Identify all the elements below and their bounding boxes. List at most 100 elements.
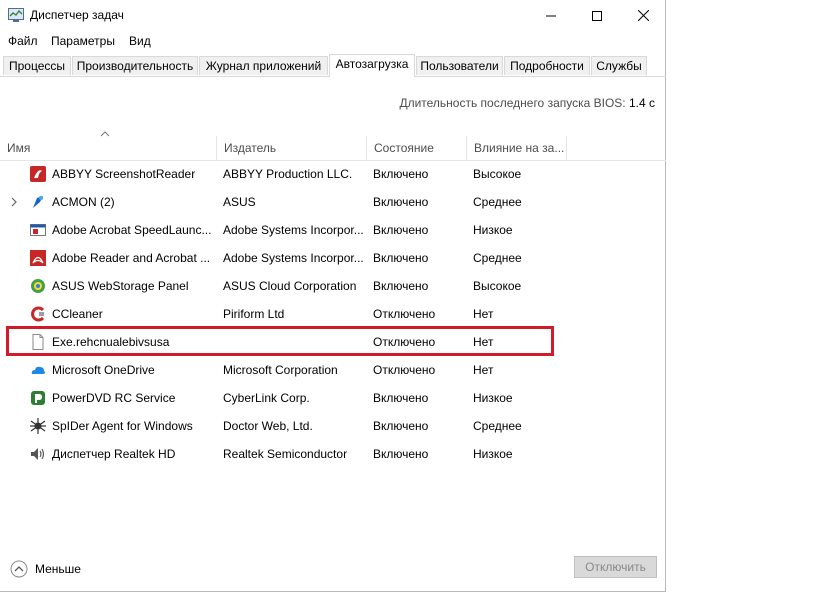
menu-params[interactable]: Параметры xyxy=(51,34,115,48)
row-publisher: Piriform Ltd xyxy=(223,307,285,321)
row-name: Exe.rehcnualebivsusa xyxy=(52,335,170,349)
row-impact: Высокое xyxy=(473,167,522,181)
tab-processes[interactable]: Процессы xyxy=(3,56,71,75)
table-row[interactable]: ABBYY ScreenshotReader ABBYY Production … xyxy=(0,160,666,188)
row-impact: Нет xyxy=(473,363,494,377)
row-name: ACMON (2) xyxy=(52,195,115,209)
disable-button[interactable]: Отключить xyxy=(574,556,657,578)
bios-label: Длительность последнего запуска BIOS: xyxy=(399,96,626,110)
powerdvd-icon xyxy=(31,391,45,405)
task-manager-window: Диспетчер задач Файл Параметры Вид Проце… xyxy=(0,0,666,592)
row-impact: Низкое xyxy=(473,391,513,405)
footer: Меньше Отключить xyxy=(0,552,666,592)
table-row[interactable]: PowerDVD RC Service CyberLink Corp. Вклю… xyxy=(0,384,666,412)
column-state[interactable]: Состояние xyxy=(367,136,466,160)
minimize-button[interactable] xyxy=(528,0,574,31)
row-name: Microsoft OneDrive xyxy=(52,363,155,377)
tab-app-history[interactable]: Журнал приложений xyxy=(199,56,328,75)
table-row[interactable]: Диспетчер Realtek HD Realtek Semiconduct… xyxy=(0,440,666,468)
chevron-right-icon[interactable] xyxy=(10,196,18,208)
task-manager-app-icon xyxy=(8,8,24,22)
row-state: Включено xyxy=(373,251,429,265)
row-publisher: Doctor Web, Ltd. xyxy=(223,419,313,433)
bios-duration: Длительность последнего запуска BIOS: 1.… xyxy=(399,96,655,110)
row-state: Включено xyxy=(373,223,429,237)
adobe-reader-icon xyxy=(30,250,46,266)
tab-strip: Процессы Производительность Журнал прило… xyxy=(0,54,666,77)
speaker-icon xyxy=(31,448,45,460)
asus-webstorage-icon xyxy=(31,279,45,293)
row-state: Включено xyxy=(373,447,429,461)
row-impact: Среднее xyxy=(473,251,522,265)
row-name: PowerDVD RC Service xyxy=(52,391,176,405)
row-publisher: ASUS Cloud Corporation xyxy=(223,279,357,293)
row-publisher: ABBYY Production LLC. xyxy=(223,167,353,181)
maximize-button[interactable] xyxy=(574,0,620,31)
title-bar: Диспетчер задач xyxy=(0,0,666,31)
ccleaner-icon xyxy=(31,306,45,322)
column-divider[interactable] xyxy=(566,136,567,160)
row-publisher: ASUS xyxy=(223,195,256,209)
column-publisher[interactable]: Издатель xyxy=(217,136,366,160)
maximize-icon xyxy=(592,10,602,21)
onedrive-icon xyxy=(31,366,45,374)
row-impact: Среднее xyxy=(473,419,522,433)
tab-performance[interactable]: Производительность xyxy=(72,56,198,75)
menu-file[interactable]: Файл xyxy=(8,34,38,48)
close-button[interactable] xyxy=(620,0,666,31)
tab-users[interactable]: Пользователи xyxy=(416,56,503,75)
row-state: Отключено xyxy=(373,363,436,377)
row-impact: Низкое xyxy=(473,223,513,237)
row-impact: Среднее xyxy=(473,195,522,209)
menu-bar: Файл Параметры Вид xyxy=(0,31,666,53)
row-publisher: Microsoft Corporation xyxy=(223,363,338,377)
acrobat-speedlaunch-icon xyxy=(30,224,46,236)
column-impact[interactable]: Влияние на за... xyxy=(467,136,566,160)
row-name: ASUS WebStorage Panel xyxy=(52,279,189,293)
row-publisher: Adobe Systems Incorpor... xyxy=(223,251,363,265)
table-row[interactable]: Exe.rehcnualebivsusa Отключено Нет xyxy=(0,328,666,356)
row-name: Диспетчер Realtek HD xyxy=(52,447,176,461)
row-impact: Нет xyxy=(473,335,494,349)
row-name: Adobe Acrobat SpeedLaunc... xyxy=(52,223,212,237)
tab-details[interactable]: Подробности xyxy=(504,56,590,75)
window-title: Диспетчер задач xyxy=(30,8,124,22)
row-name: CCleaner xyxy=(52,307,103,321)
spider-icon xyxy=(30,418,46,434)
fewer-details-link[interactable]: Меньше xyxy=(35,562,81,576)
table-row[interactable]: ASUS WebStorage Panel ASUS Cloud Corpora… xyxy=(0,272,666,300)
row-state: Включено xyxy=(373,167,429,181)
column-header: Имя Издатель Состояние Влияние на за... xyxy=(0,136,666,161)
column-name[interactable]: Имя xyxy=(0,136,216,160)
tab-services[interactable]: Службы xyxy=(591,56,647,75)
tab-startup[interactable]: Автозагрузка xyxy=(329,54,415,77)
table-row[interactable]: SpIDer Agent for Windows Doctor Web, Ltd… xyxy=(0,412,666,440)
table-row[interactable]: Adobe Acrobat SpeedLaunc... Adobe System… xyxy=(0,216,666,244)
row-impact: Нет xyxy=(473,307,494,321)
row-state: Отключено xyxy=(373,335,436,349)
row-impact: Низкое xyxy=(473,447,513,461)
collapse-circle-icon[interactable] xyxy=(10,560,28,578)
table-row[interactable]: Microsoft OneDrive Microsoft Corporation… xyxy=(0,356,666,384)
row-state: Включено xyxy=(373,419,429,433)
row-state: Включено xyxy=(373,391,429,405)
row-impact: Высокое xyxy=(473,279,522,293)
row-publisher: Adobe Systems Incorpor... xyxy=(223,223,363,237)
blank-file-icon xyxy=(32,334,44,350)
row-name: ABBYY ScreenshotReader xyxy=(52,167,196,181)
minimize-icon xyxy=(546,15,556,16)
row-publisher: Realtek Semiconductor xyxy=(223,447,348,461)
row-publisher: CyberLink Corp. xyxy=(223,391,310,405)
acmon-icon xyxy=(33,196,43,208)
table-row[interactable]: ACMON (2) ASUS Включено Среднее xyxy=(0,188,666,216)
table-row[interactable]: Adobe Reader and Acrobat ... Adobe Syste… xyxy=(0,244,666,272)
bios-value: 1.4 с xyxy=(628,96,655,110)
row-name: Adobe Reader and Acrobat ... xyxy=(52,251,211,265)
menu-view[interactable]: Вид xyxy=(129,34,151,48)
row-state: Включено xyxy=(373,279,429,293)
abbyy-icon xyxy=(30,166,46,182)
row-name: SpIDer Agent for Windows xyxy=(52,419,193,433)
table-row[interactable]: CCleaner Piriform Ltd Отключено Нет xyxy=(0,300,666,328)
row-state: Отключено xyxy=(373,307,436,321)
row-state: Включено xyxy=(373,195,429,209)
